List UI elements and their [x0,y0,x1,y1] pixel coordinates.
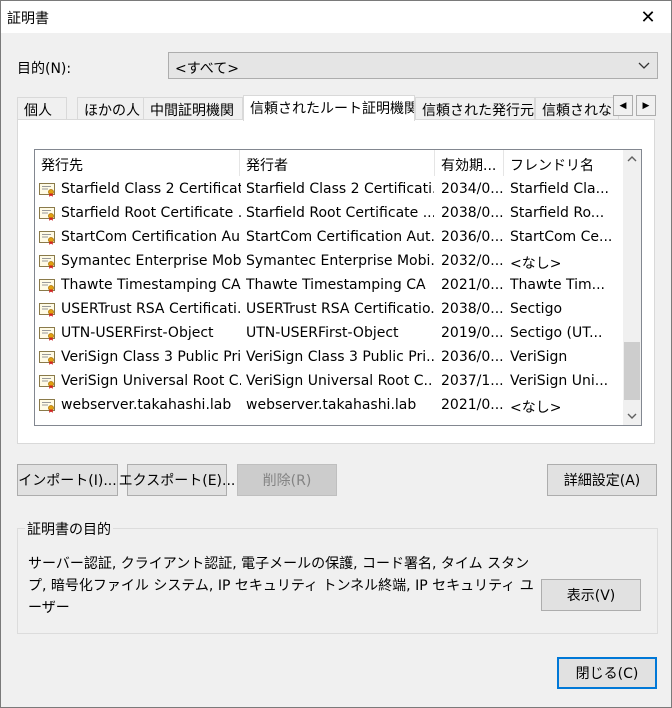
tab-trusted-publishers[interactable]: 信頼された発行元 [415,97,535,120]
cell-friendly-name: Starfield Ro... [510,205,605,221]
window-title: 証明書 [7,11,49,27]
chevron-down-icon [638,62,650,69]
cell-issued-by: StartCom Certification Aut... [246,229,434,245]
cell-expiration: 2021/0... [441,397,503,413]
tab-scroll-left-icon[interactable]: ◀ [613,95,633,116]
cell-expiration: 2021/0... [441,277,503,293]
cell-friendly-name: VeriSign [510,349,568,365]
import-button[interactable]: インポート(I)... [17,464,118,496]
tab-other-people[interactable]: ほかの人 [77,97,153,120]
vertical-scrollbar[interactable] [623,150,641,425]
certificate-icon [39,279,55,293]
cell-expiration: 2038/0... [441,301,503,317]
cell-friendly-name: <なし> [510,256,562,272]
certificate-icon [39,375,55,389]
cell-issued-by: Thawte Timestamping CA [246,277,426,293]
tab-untrusted[interactable]: 信頼されない [535,97,619,120]
tab-intermediate-ca[interactable]: 中間証明機関 [143,97,243,120]
cell-friendly-name: <なし> [510,400,562,416]
cell-friendly-name: Sectigo [510,301,563,317]
list-header: 発行先 発行者 有効期... フレンドリ名 [35,150,624,176]
cell-expiration: 2036/0... [441,349,503,365]
view-button[interactable]: 表示(V) [541,579,641,611]
cell-expiration: 2019/0... [441,325,503,341]
certificate-list[interactable]: 発行先 発行者 有効期... フレンドリ名 Starfield Class 2 … [34,149,642,426]
cell-issued-to: VeriSign Universal Root C... [61,373,241,389]
cell-expiration: 2037/1... [441,373,503,389]
cell-issued-to: UTN-USERFirst-Object [61,325,214,341]
certificate-icon [39,399,55,413]
cell-expiration: 2036/0... [441,229,503,245]
cell-issued-to: Symantec Enterprise Mob... [61,253,241,269]
certificate-icon [39,351,55,365]
table-row[interactable]: VeriSign Class 3 Public Pri... VeriSign C… [35,346,624,370]
table-row[interactable]: webserver.takahashi.lab webserver.takahas… [35,394,624,418]
purpose-select[interactable]: <すべて> [168,52,658,79]
table-row[interactable]: Symantec Enterprise Mob... Symantec Enter… [35,250,624,274]
certificate-icon [39,207,55,221]
cell-issued-to: Thawte Timestamping CA [61,277,241,293]
close-button[interactable]: 閉じる(C) [557,657,657,689]
scroll-down-icon[interactable] [623,408,641,425]
advanced-button[interactable]: 詳細設定(A) [547,464,657,496]
purpose-label: 目的(N): [17,61,72,77]
cell-issued-by: Symantec Enterprise Mobi... [246,253,434,269]
cell-friendly-name: Thawte Tim... [510,277,606,293]
table-row[interactable]: UTN-USERFirst-Object UTN-USERFirst-Object… [35,322,624,346]
table-row[interactable]: VeriSign Universal Root C... VeriSign Uni… [35,370,624,394]
tab-panel: 発行先 発行者 有効期... フレンドリ名 Starfield Class 2 … [17,119,655,444]
cell-issued-by: UTN-USERFirst-Object [246,325,399,341]
table-row[interactable]: USERTrust RSA Certificati... USERTrust RS… [35,298,624,322]
certificate-icon [39,327,55,341]
cell-expiration: 2034/0... [441,181,503,197]
table-row[interactable]: Starfield Class 2 Certificat... Starfield… [35,178,624,202]
certificate-dialog: 証明書 ✕ 目的(N): <すべて> 個人 ほかの人 中間証明機関 信頼されたル… [0,0,672,708]
cell-expiration: 2032/0... [441,253,503,269]
certificate-icon [39,255,55,269]
column-friendly-name[interactable]: フレンドリ名 [504,150,624,176]
cell-issued-to: VeriSign Class 3 Public Pri... [61,349,241,365]
scroll-up-icon[interactable] [623,150,641,167]
remove-button[interactable]: 削除(R) [237,464,337,496]
certificate-icon [39,303,55,317]
cell-issued-by: VeriSign Universal Root C... [246,373,434,389]
cell-issued-by: Starfield Class 2 Certificati... [246,181,434,197]
tab-personal[interactable]: 個人 [17,97,67,120]
cell-friendly-name: StartCom Ce... [510,229,613,245]
export-button[interactable]: エクスポート(E)... [119,464,235,496]
purpose-description: サーバー認証, クライアント認証, 電子メールの保護, コード署名, タイム ス… [28,556,534,616]
tab-scroll-right-icon[interactable]: ▶ [636,95,656,116]
title-bar: 証明書 ✕ [1,1,671,33]
table-row[interactable]: Starfield Root Certificate ... Starfield … [35,202,624,226]
cell-issued-to: Starfield Root Certificate ... [61,205,241,221]
column-expiration[interactable]: 有効期... [435,150,504,176]
tab-trusted-root-ca[interactable]: 信頼されたルート証明機関 [243,95,415,121]
purpose-selected-value: <すべて> [175,61,239,77]
cell-issued-to: Starfield Class 2 Certificat... [61,181,241,197]
cell-issued-to: USERTrust RSA Certificati... [61,301,241,317]
cell-issued-by: webserver.takahashi.lab [246,397,417,413]
column-issued-to[interactable]: 発行先 [35,150,240,176]
certificate-icon [39,183,55,197]
cell-issued-by: USERTrust RSA Certificatio... [246,301,434,317]
certificate-icon [39,231,55,245]
table-row[interactable]: StartCom Certification Au... StartCom Cer… [35,226,624,250]
purpose-group-legend: 証明書の目的 [25,519,113,539]
close-icon[interactable]: ✕ [625,1,671,33]
tab-strip: 個人 ほかの人 中間証明機関 信頼されたルート証明機関 信頼された発行元 信頼さ… [17,95,659,121]
cell-expiration: 2038/0... [441,205,503,221]
cell-issued-to: webserver.takahashi.lab [61,397,232,413]
cell-issued-by: VeriSign Class 3 Public Pri... [246,349,434,365]
table-row[interactable]: Thawte Timestamping CA Thawte Timestampin… [35,274,624,298]
column-issued-by[interactable]: 発行者 [240,150,435,176]
cell-friendly-name: VeriSign Uni... [510,373,609,389]
scrollbar-thumb[interactable] [624,342,640,400]
cell-friendly-name: Starfield Cla... [510,181,609,197]
cell-issued-to: StartCom Certification Au... [61,229,241,245]
cell-issued-by: Starfield Root Certificate ... [246,205,434,221]
cell-friendly-name: Sectigo (UT... [510,325,603,341]
